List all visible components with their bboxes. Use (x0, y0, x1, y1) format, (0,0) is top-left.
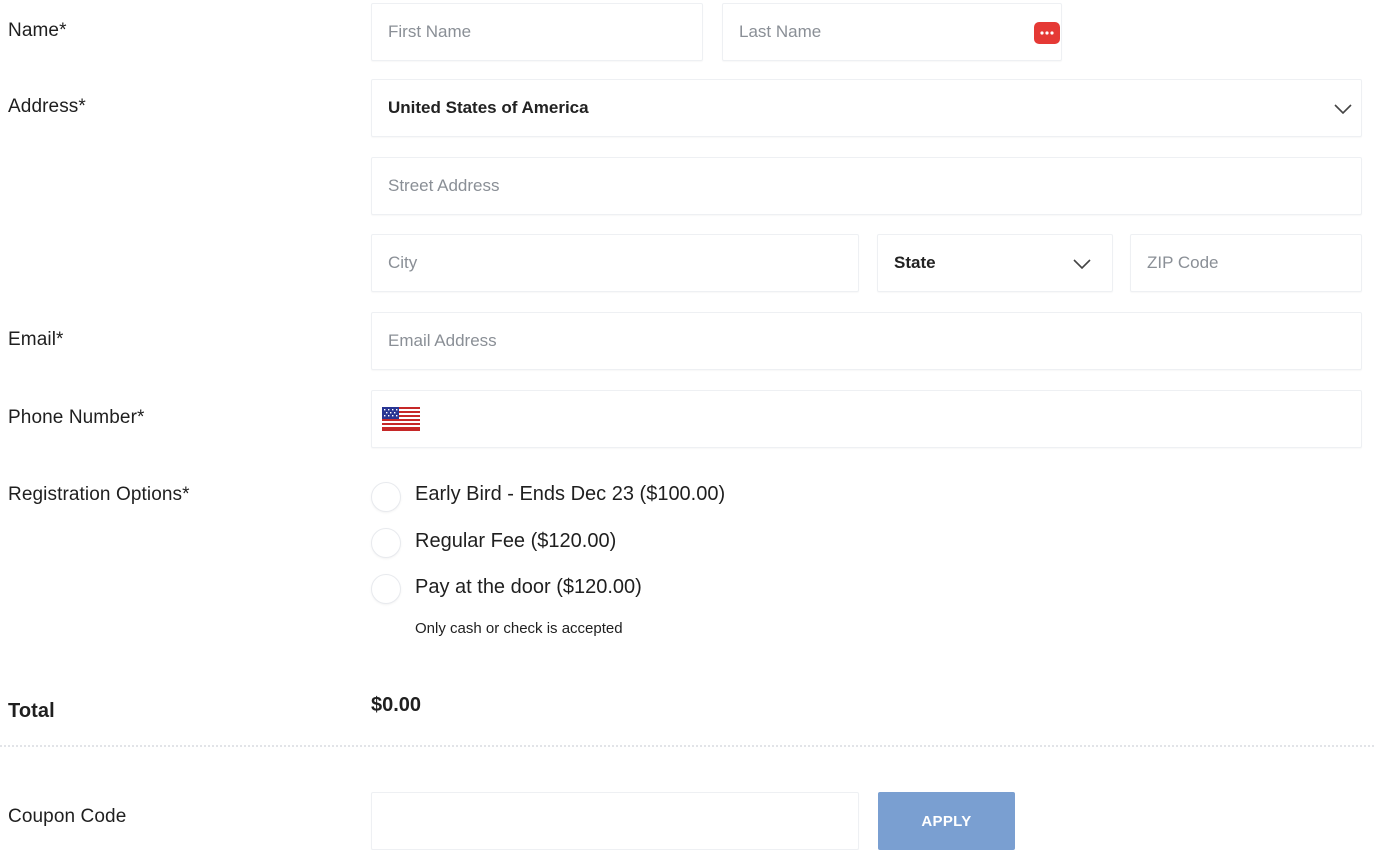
radio-label-early-bird[interactable]: Early Bird - Ends Dec 23 ($100.00) (415, 483, 725, 506)
email-placeholder: Email Address (388, 331, 497, 350)
city-placeholder: City (388, 253, 418, 272)
first-name-input[interactable]: First Name (371, 3, 703, 61)
phone-input[interactable] (371, 390, 1362, 448)
registration-options-label: Registration Options* (8, 484, 190, 505)
more-dots-icon (1040, 31, 1054, 35)
section-divider (0, 745, 1374, 747)
total-label: Total (8, 700, 55, 722)
state-select[interactable]: State (877, 234, 1113, 292)
zip-code-input[interactable]: ZIP Code (1130, 234, 1362, 292)
last-name-placeholder: Last Name (739, 22, 822, 41)
chevron-down-icon (1073, 259, 1091, 269)
country-select[interactable]: United States of America (371, 79, 1362, 137)
phone-label: Phone Number* (8, 407, 145, 428)
email-label: Email* (8, 329, 64, 350)
radio-label-pay-at-door[interactable]: Pay at the door ($120.00) (415, 576, 642, 599)
last-name-input[interactable]: Last Name (722, 3, 1062, 61)
us-flag-icon[interactable] (382, 407, 420, 431)
autofill-icon[interactable] (1034, 22, 1060, 44)
street-address-input[interactable]: Street Address (371, 157, 1362, 215)
street-address-placeholder: Street Address (388, 176, 500, 195)
payment-note: Only cash or check is accepted (415, 620, 623, 637)
coupon-code-label: Coupon Code (8, 806, 127, 827)
email-input[interactable]: Email Address (371, 312, 1362, 370)
name-label: Name* (8, 20, 67, 41)
radio-early-bird[interactable] (371, 482, 401, 512)
country-select-value: United States of America (388, 98, 589, 117)
coupon-code-input[interactable] (371, 792, 859, 850)
radio-pay-at-door[interactable] (371, 574, 401, 604)
chevron-down-icon (1334, 104, 1352, 114)
radio-regular-fee[interactable] (371, 528, 401, 558)
total-value: $0.00 (371, 694, 422, 716)
zip-code-placeholder: ZIP Code (1147, 253, 1219, 272)
apply-button[interactable]: APPLY (878, 792, 1015, 850)
radio-label-regular-fee[interactable]: Regular Fee ($120.00) (415, 530, 616, 553)
first-name-placeholder: First Name (388, 22, 472, 41)
city-input[interactable]: City (371, 234, 859, 292)
address-label: Address* (8, 96, 86, 117)
state-select-value: State (894, 253, 936, 272)
